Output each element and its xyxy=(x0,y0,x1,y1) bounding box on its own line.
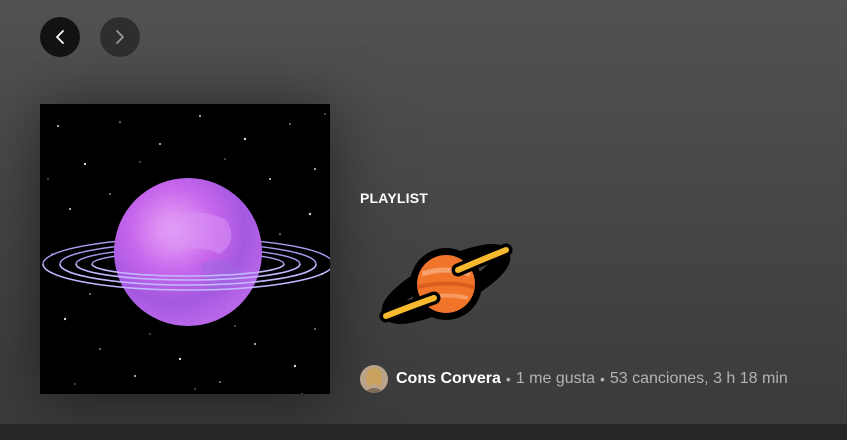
owner-name-link[interactable]: Cons Corvera xyxy=(396,370,501,388)
songs-and-duration: 53 canciones, 3 h 18 min xyxy=(609,370,788,387)
playlist-header: PLAYLIST Cons Corvera • 1 me gusta • 53 xyxy=(0,0,847,424)
owner-avatar[interactable] xyxy=(360,365,388,393)
playlist-cover-image[interactable] xyxy=(40,104,330,394)
planet-artwork xyxy=(40,104,330,394)
separator-dot: • xyxy=(599,371,605,387)
ringed-planet-icon xyxy=(379,243,513,325)
likes-count: 1 me gusta xyxy=(515,370,595,387)
playlist-title xyxy=(376,238,516,333)
forward-button[interactable] xyxy=(100,17,140,57)
separator-dot: • xyxy=(505,371,511,387)
action-bar-strip xyxy=(0,424,847,440)
chevron-left-icon xyxy=(56,30,64,44)
back-button[interactable] xyxy=(40,17,80,57)
playlist-type-label: PLAYLIST xyxy=(360,190,428,206)
playlist-metadata: Cons Corvera • 1 me gusta • 53 canciones… xyxy=(360,364,788,394)
playlist-info: PLAYLIST xyxy=(360,190,428,206)
chevron-right-icon xyxy=(116,30,124,44)
